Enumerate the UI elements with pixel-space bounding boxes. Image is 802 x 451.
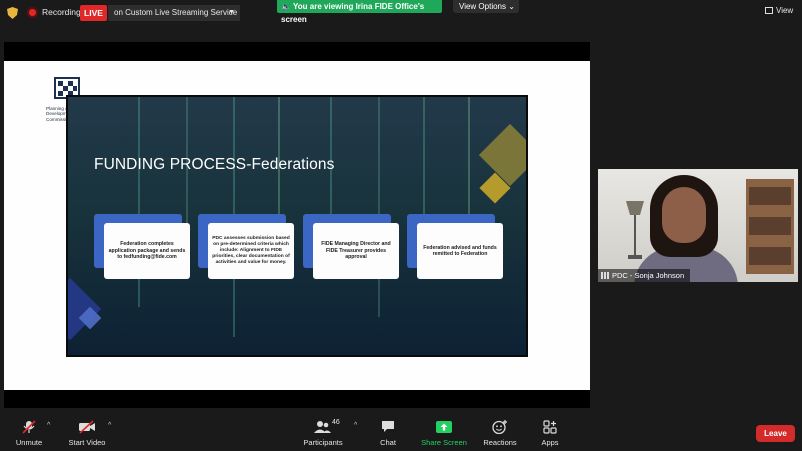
reactions-label: Reactions: [483, 438, 517, 447]
step-card-4: Federation advised and funds remitted to…: [417, 223, 503, 279]
unmute-label: Unmute: [15, 438, 43, 447]
share-screen-button[interactable]: Share Screen: [420, 420, 468, 447]
participants-caret-icon[interactable]: ^: [354, 422, 357, 429]
participants-button[interactable]: 46 Participants: [301, 419, 345, 447]
apps-button[interactable]: Apps: [539, 420, 561, 447]
video-options-caret-icon[interactable]: ^: [108, 422, 111, 429]
live-stream-dropdown[interactable]: on Custom Live Streaming Service ▼: [108, 5, 240, 21]
shared-screen-area[interactable]: Planning and Development Commission FUND…: [4, 42, 590, 408]
participants-label: Participants: [303, 438, 343, 447]
speaker-icon: 🔈: [281, 2, 291, 11]
leave-button[interactable]: Leave: [756, 425, 795, 442]
chat-bubble-icon: [382, 421, 394, 432]
share-screen-label: Share Screen: [421, 438, 467, 447]
muted-microphone-icon: [22, 420, 36, 434]
background-lamp: [626, 201, 644, 259]
participant-video-tile[interactable]: PDC - Sonja Johnson: [598, 169, 798, 282]
presentation-slide: Planning and Development Commission FUND…: [4, 61, 590, 390]
background-bookshelf: [746, 179, 794, 274]
participants-count: 46: [332, 419, 340, 426]
meeting-toolbar: Unmute ^ Start Video ^ 46 Participants ^…: [0, 414, 802, 451]
view-options-button[interactable]: View Options ⌄: [453, 0, 519, 13]
share-screen-icon: [436, 421, 452, 433]
live-badge: LIVE: [80, 5, 107, 21]
view-label: View: [776, 6, 794, 15]
participant-face: [662, 187, 706, 243]
view-button[interactable]: View: [765, 6, 793, 15]
step-card-1: Federation completes application package…: [104, 223, 190, 279]
viewing-banner-text: You are viewing Irina FIDE Office's scre…: [281, 2, 425, 24]
recording-label: Recording: [42, 7, 81, 17]
signal-bars-icon: [601, 272, 609, 279]
gallery-view-icon: [765, 7, 773, 14]
viewing-screen-banner: 🔈 You are viewing Irina FIDE Office's sc…: [277, 0, 442, 24]
smiley-plus-icon: [492, 420, 507, 434]
chevron-down-icon: ▼: [228, 9, 235, 16]
decorative-diamond: [478, 123, 526, 187]
participant-name-tag: PDC - Sonja Johnson: [598, 269, 691, 282]
meeting-top-bar: Recording LIVE on Custom Live Streaming …: [0, 0, 802, 26]
stream-service-label: on Custom Live Streaming Service: [114, 8, 238, 17]
start-video-label: Start Video: [68, 438, 106, 447]
start-video-button[interactable]: Start Video: [66, 420, 108, 447]
apps-label: Apps: [541, 438, 559, 447]
chat-button[interactable]: Chat: [378, 420, 398, 447]
decorative-diamond: [68, 277, 102, 341]
step-card-2: PDC assesses submission based on pre-det…: [208, 223, 294, 279]
slide-title: FUNDING PROCESS-Federations: [94, 156, 335, 173]
chat-label: Chat: [380, 438, 396, 447]
chevron-down-icon: ⌄: [508, 2, 515, 11]
participant-name: PDC - Sonja Johnson: [612, 271, 685, 280]
apps-icon: [543, 420, 557, 434]
recording-indicator-icon: [27, 7, 38, 18]
step-card-3: FIDE Managing Director and FIDE Treasure…: [313, 223, 399, 279]
video-off-icon: [79, 420, 95, 434]
participants-icon: 46: [301, 419, 345, 434]
unmute-button[interactable]: Unmute: [14, 420, 44, 447]
security-shield-icon[interactable]: [7, 7, 18, 19]
view-options-label: View Options: [459, 2, 506, 11]
audio-options-caret-icon[interactable]: ^: [47, 422, 50, 429]
slide-content-panel: FUNDING PROCESS-Federations Federation c…: [66, 95, 528, 357]
reactions-button[interactable]: Reactions: [482, 420, 518, 447]
